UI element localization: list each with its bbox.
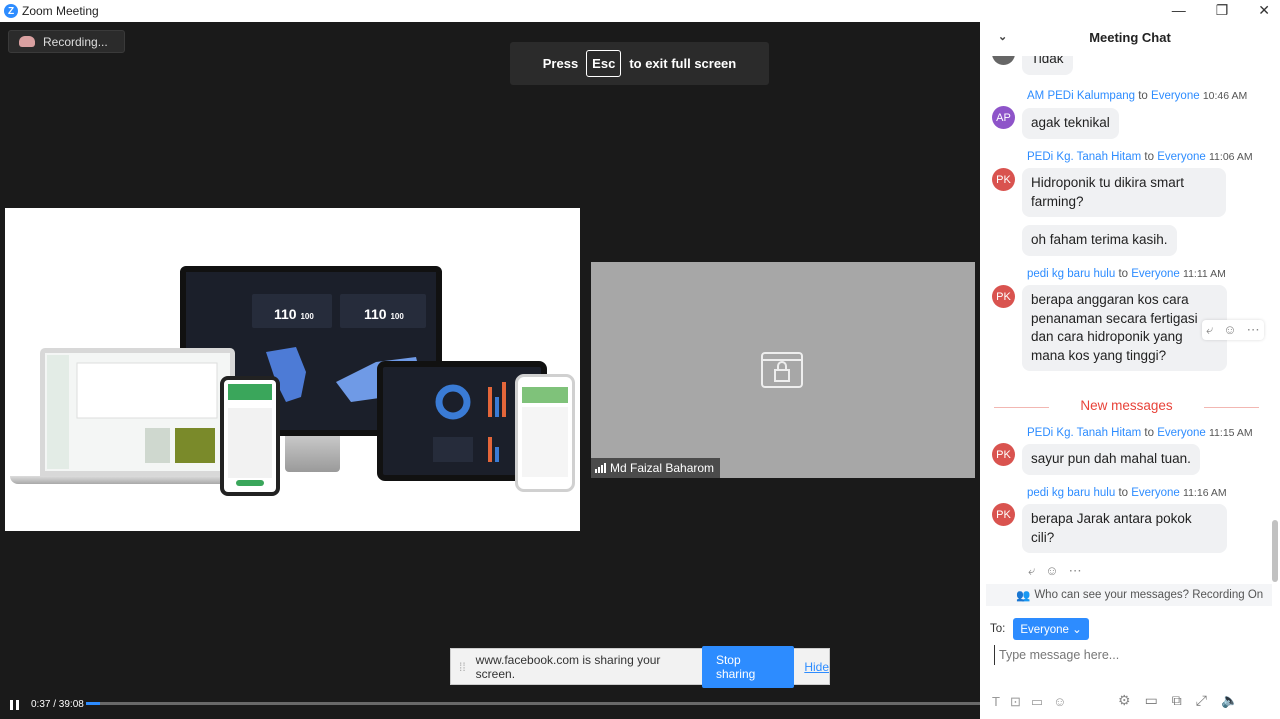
chat-panel: — ❐ ✕ ⌄ Meeting Chat Tidak AM PEDi Kalum… bbox=[980, 0, 1280, 719]
playback-time: 0:37 / 39:08 bbox=[31, 699, 84, 710]
window-title: Zoom Meeting bbox=[22, 4, 99, 18]
fullscreen-tip-press: Press bbox=[542, 56, 579, 71]
scrollbar-thumb[interactable] bbox=[1272, 520, 1278, 582]
progress-fill bbox=[86, 702, 101, 705]
chat-bubble: oh faham terima kasih. bbox=[1022, 225, 1177, 256]
message-actions: ⤶ ☺ ⋯ bbox=[1202, 320, 1264, 340]
more-options-icon[interactable]: ⋯ bbox=[1069, 563, 1082, 579]
chat-message-list[interactable]: Tidak AM PEDi Kalumpang to Everyone 10:4… bbox=[980, 56, 1272, 584]
avatar: AP bbox=[992, 106, 1015, 129]
signal-bars-icon bbox=[595, 463, 606, 473]
volume-icon[interactable]: 🔈 bbox=[1221, 692, 1238, 709]
chat-message-header: AM PEDi Kalumpang to Everyone 10:46 AM bbox=[1027, 90, 1248, 102]
laptop-base bbox=[10, 476, 255, 484]
drag-handle-icon[interactable]: ⁞⁞ bbox=[459, 660, 466, 674]
fullscreen-icon[interactable]: ⤢ bbox=[1196, 692, 1207, 709]
new-messages-divider: New messages bbox=[994, 398, 1259, 413]
phone-mockup bbox=[220, 376, 280, 496]
participant-name: Md Faizal Baharom bbox=[610, 461, 715, 475]
chat-bubble: Hidroponik tu dikira smart farming? bbox=[1022, 168, 1226, 217]
chat-bubble: Tidak bbox=[1022, 56, 1073, 75]
people-icon: 👥 bbox=[1016, 590, 1031, 602]
chat-header: ⌄ Meeting Chat bbox=[980, 30, 1280, 56]
chat-title: Meeting Chat bbox=[1089, 30, 1171, 45]
captions-icon[interactable]: ▭ bbox=[1145, 692, 1158, 709]
recipient-row: To: Everyone ⌄ bbox=[990, 618, 1089, 640]
chat-bubble: agak teknikal bbox=[1022, 108, 1119, 139]
chat-message-input[interactable] bbox=[994, 645, 1264, 665]
title-bar: Z Zoom Meeting bbox=[0, 0, 980, 22]
recipient-dropdown[interactable]: Everyone ⌄ bbox=[1013, 618, 1089, 640]
avatar: PK bbox=[992, 285, 1015, 308]
video-player-bar: 0:37 / 39:08 bbox=[0, 690, 1280, 719]
recording-label: Recording... bbox=[43, 34, 108, 49]
phone-mockup bbox=[515, 374, 575, 492]
chat-message-header: PEDi Kg. Tanah Hitam to Everyone 11:15 A… bbox=[1027, 427, 1253, 439]
fullscreen-tip: Press Esc to exit full screen bbox=[510, 42, 769, 85]
participant-name-label: Md Faizal Baharom bbox=[591, 458, 721, 478]
picture-in-picture-icon[interactable]: ⧉ bbox=[1172, 692, 1182, 709]
screen-lock-icon bbox=[761, 352, 803, 388]
chat-message-header: pedi kg baru hulu to Everyone 11:16 AM bbox=[1027, 487, 1227, 499]
chat-bubble: berapa Jarak antara pokok cili? bbox=[1022, 504, 1227, 553]
pause-icon[interactable] bbox=[10, 699, 19, 710]
chat-message-header: pedi kg baru hulu to Everyone 11:11 AM bbox=[1027, 268, 1226, 280]
minimize-icon[interactable]: — bbox=[1172, 2, 1186, 19]
avatar bbox=[992, 56, 1015, 65]
window-controls: — ❐ ✕ bbox=[1172, 2, 1270, 19]
avatar: PK bbox=[992, 168, 1015, 191]
add-reaction-icon[interactable]: ☺ bbox=[1045, 563, 1058, 579]
who-can-see-label: Who can see your messages? Recording On bbox=[1034, 589, 1264, 601]
fullscreen-tip-rest: to exit full screen bbox=[629, 56, 737, 71]
add-reaction-icon[interactable]: ☺ bbox=[1223, 322, 1236, 338]
reply-thread-icon[interactable]: ⤶ bbox=[1206, 322, 1213, 338]
settings-gear-icon[interactable]: ⚙ bbox=[1118, 692, 1131, 709]
share-message: www.facebook.com is sharing your screen. bbox=[475, 652, 661, 681]
who-can-see-notice[interactable]: 👥 Who can see your messages? Recording O… bbox=[986, 584, 1272, 606]
chat-bubble: berapa anggaran kos cara penanaman secar… bbox=[1022, 285, 1227, 371]
laptop-mockup bbox=[40, 348, 235, 476]
hide-link[interactable]: Hide bbox=[804, 660, 829, 674]
restore-icon[interactable]: ❐ bbox=[1216, 2, 1229, 19]
participant-video-tile[interactable]: Md Faizal Baharom bbox=[591, 262, 975, 478]
stop-sharing-button[interactable]: Stop sharing bbox=[701, 645, 795, 688]
player-controls-right: ⚙ ▭ ⧉ ⤢ 🔈 bbox=[1118, 692, 1238, 709]
esc-key-badge: Esc bbox=[586, 50, 622, 77]
chevron-down-icon[interactable]: ⌄ bbox=[998, 30, 1007, 43]
meeting-stage: Recording... Press Esc to exit full scre… bbox=[0, 22, 980, 719]
chat-message-header: PEDi Kg. Tanah Hitam to Everyone 11:06 A… bbox=[1027, 151, 1253, 163]
zoom-logo-icon: Z bbox=[4, 4, 18, 18]
avatar: PK bbox=[992, 443, 1015, 466]
shared-screen: 110 100 110 100 bbox=[5, 208, 580, 531]
screen-share-bar: ⁞⁞ www.facebook.com is sharing your scre… bbox=[450, 645, 830, 688]
cloud-recording-icon bbox=[19, 36, 35, 47]
reply-thread-icon[interactable]: ⤶ bbox=[1028, 563, 1035, 579]
more-options-icon[interactable]: ⋯ bbox=[1247, 322, 1260, 338]
close-icon[interactable]: ✕ bbox=[1258, 2, 1270, 19]
chat-bubble: sayur pun dah mahal tuan. bbox=[1022, 444, 1200, 475]
message-actions: ⤶ ☺ ⋯ bbox=[1028, 563, 1082, 579]
playback-progress[interactable] bbox=[86, 702, 980, 705]
dashboard-tile: 110 100 bbox=[252, 294, 332, 328]
recording-indicator[interactable]: Recording... bbox=[8, 30, 125, 53]
dashboard-tile: 110 100 bbox=[340, 294, 426, 328]
to-label: To: bbox=[990, 623, 1006, 635]
chat-scrollbar[interactable] bbox=[1272, 60, 1278, 582]
monitor-stand bbox=[285, 436, 340, 472]
avatar: PK bbox=[992, 503, 1015, 526]
